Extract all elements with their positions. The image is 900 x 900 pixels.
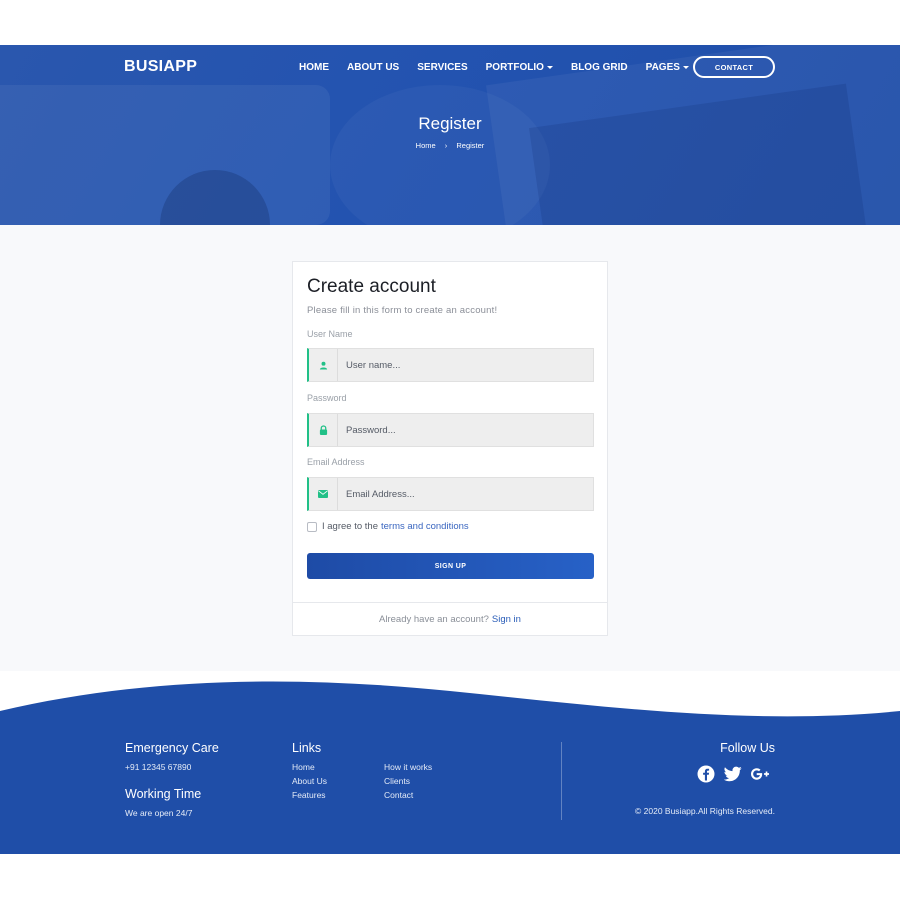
envelope-icon: [309, 478, 338, 510]
nav-pages[interactable]: PAGES: [646, 62, 689, 73]
breadcrumb-home[interactable]: Home: [416, 141, 436, 150]
caret-down-icon: [682, 66, 689, 69]
form-subtitle: Please fill in this form to create an ac…: [307, 305, 498, 316]
email-input[interactable]: Email Address...: [338, 478, 593, 510]
signin-row: Already have an account? Sign in: [292, 602, 608, 636]
user-icon: [309, 349, 338, 381]
breadcrumb-current: Register: [456, 141, 485, 150]
footer-link-how-it-works[interactable]: How it works: [384, 762, 432, 772]
email-label: Email Address: [307, 457, 365, 467]
footer: Emergency Care +91 12345 67890 Working T…: [0, 719, 900, 854]
nav-services-label: SERVICES: [417, 62, 468, 73]
emergency-title: Emergency Care: [125, 741, 219, 755]
nav-about-us-label: ABOUT US: [347, 62, 400, 73]
password-label: Password: [307, 393, 347, 403]
nav-pages-label: PAGES: [645, 62, 680, 73]
breadcrumb-separator: ›: [444, 141, 448, 150]
main-section: Create account Please fill in this form …: [0, 225, 900, 671]
terms-link[interactable]: terms and conditions: [381, 521, 469, 532]
nav-about-us[interactable]: ABOUT US: [347, 62, 399, 73]
page-title: Register: [418, 114, 482, 133]
nav-blog-grid-label: BLOG GRID: [570, 62, 628, 73]
breadcrumb: Home › Register: [0, 141, 900, 150]
register-card: Create account Please fill in this form …: [292, 261, 608, 603]
nav-portfolio[interactable]: PORTFOLIO: [486, 62, 553, 73]
footer-link-clients[interactable]: Clients: [384, 776, 410, 786]
footer-link-about-us[interactable]: About Us: [292, 776, 327, 786]
hero-banner: BUSIAPP HOME ABOUT US SERVICES PORTFOLIO…: [0, 45, 900, 225]
email-field[interactable]: Email Address...: [307, 477, 594, 511]
footer-link-contact[interactable]: Contact: [384, 790, 413, 800]
signin-prompt: Already have an account?: [379, 613, 489, 625]
username-label: User Name: [307, 329, 353, 339]
footer-link-features[interactable]: Features: [292, 790, 326, 800]
nav-blog-grid[interactable]: BLOG GRID: [571, 62, 628, 73]
nav-services[interactable]: SERVICES: [417, 62, 467, 73]
username-field[interactable]: User name...: [307, 348, 594, 382]
contact-button[interactable]: CONTACT: [693, 56, 775, 78]
username-input[interactable]: User name...: [338, 349, 593, 381]
footer-divider: [561, 742, 562, 820]
sign-up-button[interactable]: SIGN UP: [307, 553, 594, 579]
agree-text: I agree to the: [322, 521, 378, 532]
google-plus-icon[interactable]: [751, 765, 769, 783]
password-field[interactable]: Password...: [307, 413, 594, 447]
caret-down-icon: [546, 66, 553, 69]
nav-home[interactable]: HOME: [299, 62, 329, 73]
password-input[interactable]: Password...: [338, 414, 593, 446]
form-title: Create account: [307, 276, 436, 297]
agree-row: I agree to the terms and conditions: [307, 521, 469, 532]
links-title: Links: [292, 741, 322, 755]
nav-home-label: HOME: [299, 62, 329, 73]
copyright-text: © 2020 Busiapp.All Rights Reserved.: [635, 806, 775, 816]
lock-icon: [309, 414, 338, 446]
working-text: We are open 24/7: [125, 808, 193, 818]
follow-title: Follow Us: [720, 741, 775, 755]
brand-logo[interactable]: BUSIAPP: [124, 58, 197, 76]
footer-link-home[interactable]: Home: [292, 762, 315, 772]
working-title: Working Time: [125, 787, 202, 801]
social-links: [697, 765, 778, 783]
twitter-icon[interactable]: [724, 765, 742, 783]
emergency-phone[interactable]: +91 12345 67890: [125, 762, 191, 772]
footer-wave: [0, 681, 900, 721]
agree-checkbox[interactable]: [307, 521, 317, 532]
signin-link[interactable]: Sign in: [492, 614, 521, 625]
main-nav: HOME ABOUT US SERVICES PORTFOLIO BLOG GR…: [299, 62, 707, 73]
facebook-icon[interactable]: [697, 765, 715, 783]
nav-portfolio-label: PORTFOLIO: [485, 62, 544, 73]
